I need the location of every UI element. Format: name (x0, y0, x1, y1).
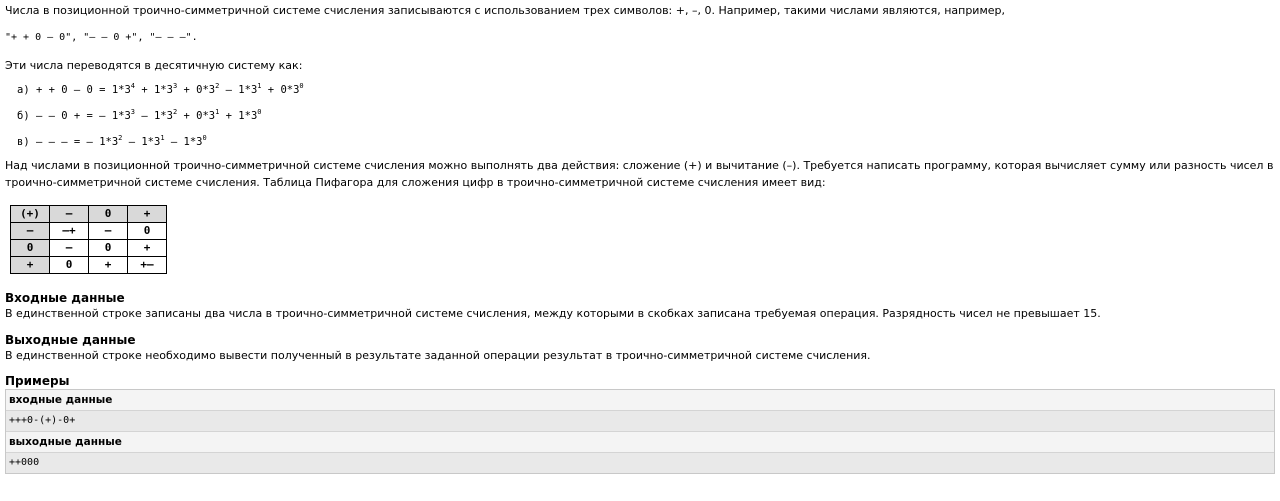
table-cell: 0 (88, 239, 128, 257)
conversion-exponent: 0 (257, 108, 262, 116)
conversion-operator: + (261, 84, 281, 96)
conversion-term: 0*3 (280, 84, 300, 96)
conversion-heading: Эти числа переводятся в десятичную систе… (5, 59, 303, 72)
conversion-term: 1*3 (153, 84, 173, 96)
examples-block: входные данные +++0-(+)-0+ выходные данн… (5, 389, 1275, 474)
table-cell: + (127, 239, 167, 257)
conversion-operator: + (177, 110, 197, 122)
conversion-prefix: в) – – – = – (17, 136, 100, 148)
example-input-label: входные данные (6, 390, 1274, 411)
table-cell: +– (127, 256, 167, 274)
conversion-row: в) – – – = – 1*32 – 1*31 – 1*30 (17, 129, 1275, 155)
table-row-head: 0 (10, 239, 50, 257)
input-section-text: В единственной строке записаны два числа… (5, 307, 1101, 320)
conversion-operator: – (219, 84, 239, 96)
example-input-value[interactable]: +++0-(+)-0+ (6, 411, 1274, 432)
output-section-title: Выходные данные (5, 333, 136, 347)
conversion-term: 1*3 (238, 110, 258, 122)
conversion-operator: + (177, 84, 197, 96)
table-cell: – (49, 239, 89, 257)
problem-statement: Числа в позиционной троично-симметричной… (0, 0, 1280, 474)
example-output-label: выходные данные (6, 432, 1274, 453)
conversion-term: 1*3 (111, 110, 131, 122)
table-header-cell: – (49, 205, 89, 223)
table-cell: – (88, 222, 128, 240)
examples-title: Примеры (5, 374, 70, 388)
conversion-list: а) + + 0 – 0 = 1*34 + 1*33 + 0*32 – 1*31… (17, 77, 1275, 155)
conversion-term: 1*3 (99, 136, 119, 148)
conversion-term: 1*3 (141, 136, 161, 148)
conversion-row: б) – – 0 + = – 1*33 – 1*32 + 0*31 + 1*30 (17, 103, 1275, 129)
pythagoras-table: (+) – 0 + – –+ – 0 0 – 0 + + 0 + +– (10, 205, 167, 274)
table-cell: 0 (49, 256, 89, 274)
conversion-term: 1*3 (238, 84, 258, 96)
conversion-operator: – (135, 110, 154, 122)
conversion-operator: – (164, 136, 184, 148)
conversion-prefix: а) + + 0 – 0 = (17, 84, 112, 96)
conversion-operator: – (122, 136, 142, 148)
conversion-exponent: 0 (202, 134, 207, 142)
intro-text: Числа в позиционной троично-симметричной… (5, 4, 1005, 17)
conversion-term: 0*3 (196, 110, 216, 122)
table-cell: 0 (127, 222, 167, 240)
example-output-value[interactable]: ++000 (6, 453, 1274, 473)
operations-text: Над числами в позиционной троично-симмет… (5, 159, 1274, 189)
conversion-operator: + (219, 110, 239, 122)
conversion-exponent: 0 (299, 82, 304, 90)
table-row-head: – (10, 222, 50, 240)
table-corner-cell: (+) (10, 205, 50, 223)
conversion-term: 1*3 (111, 84, 131, 96)
table-row: 0 – 0 + (10, 239, 167, 257)
conversion-term: 1*3 (153, 110, 173, 122)
table-header-cell: + (127, 205, 167, 223)
intro-examples: "+ + 0 – 0", "– – 0 +", "– – –". (5, 32, 198, 43)
conversion-term: 1*3 (183, 136, 203, 148)
table-header-row: (+) – 0 + (10, 205, 167, 223)
conversion-term: 0*3 (196, 84, 216, 96)
table-row-head: + (10, 256, 50, 274)
output-section-text: В единственной строке необходимо вывести… (5, 349, 871, 362)
table-row: + 0 + +– (10, 256, 167, 274)
table-row: – –+ – 0 (10, 222, 167, 240)
table-cell: + (88, 256, 128, 274)
conversion-operator: + (135, 84, 154, 96)
table-cell: –+ (49, 222, 89, 240)
conversion-prefix: б) – – 0 + = – (17, 110, 112, 122)
table-header-cell: 0 (88, 205, 128, 223)
input-section-title: Входные данные (5, 291, 125, 305)
conversion-row: а) + + 0 – 0 = 1*34 + 1*33 + 0*32 – 1*31… (17, 77, 1275, 103)
